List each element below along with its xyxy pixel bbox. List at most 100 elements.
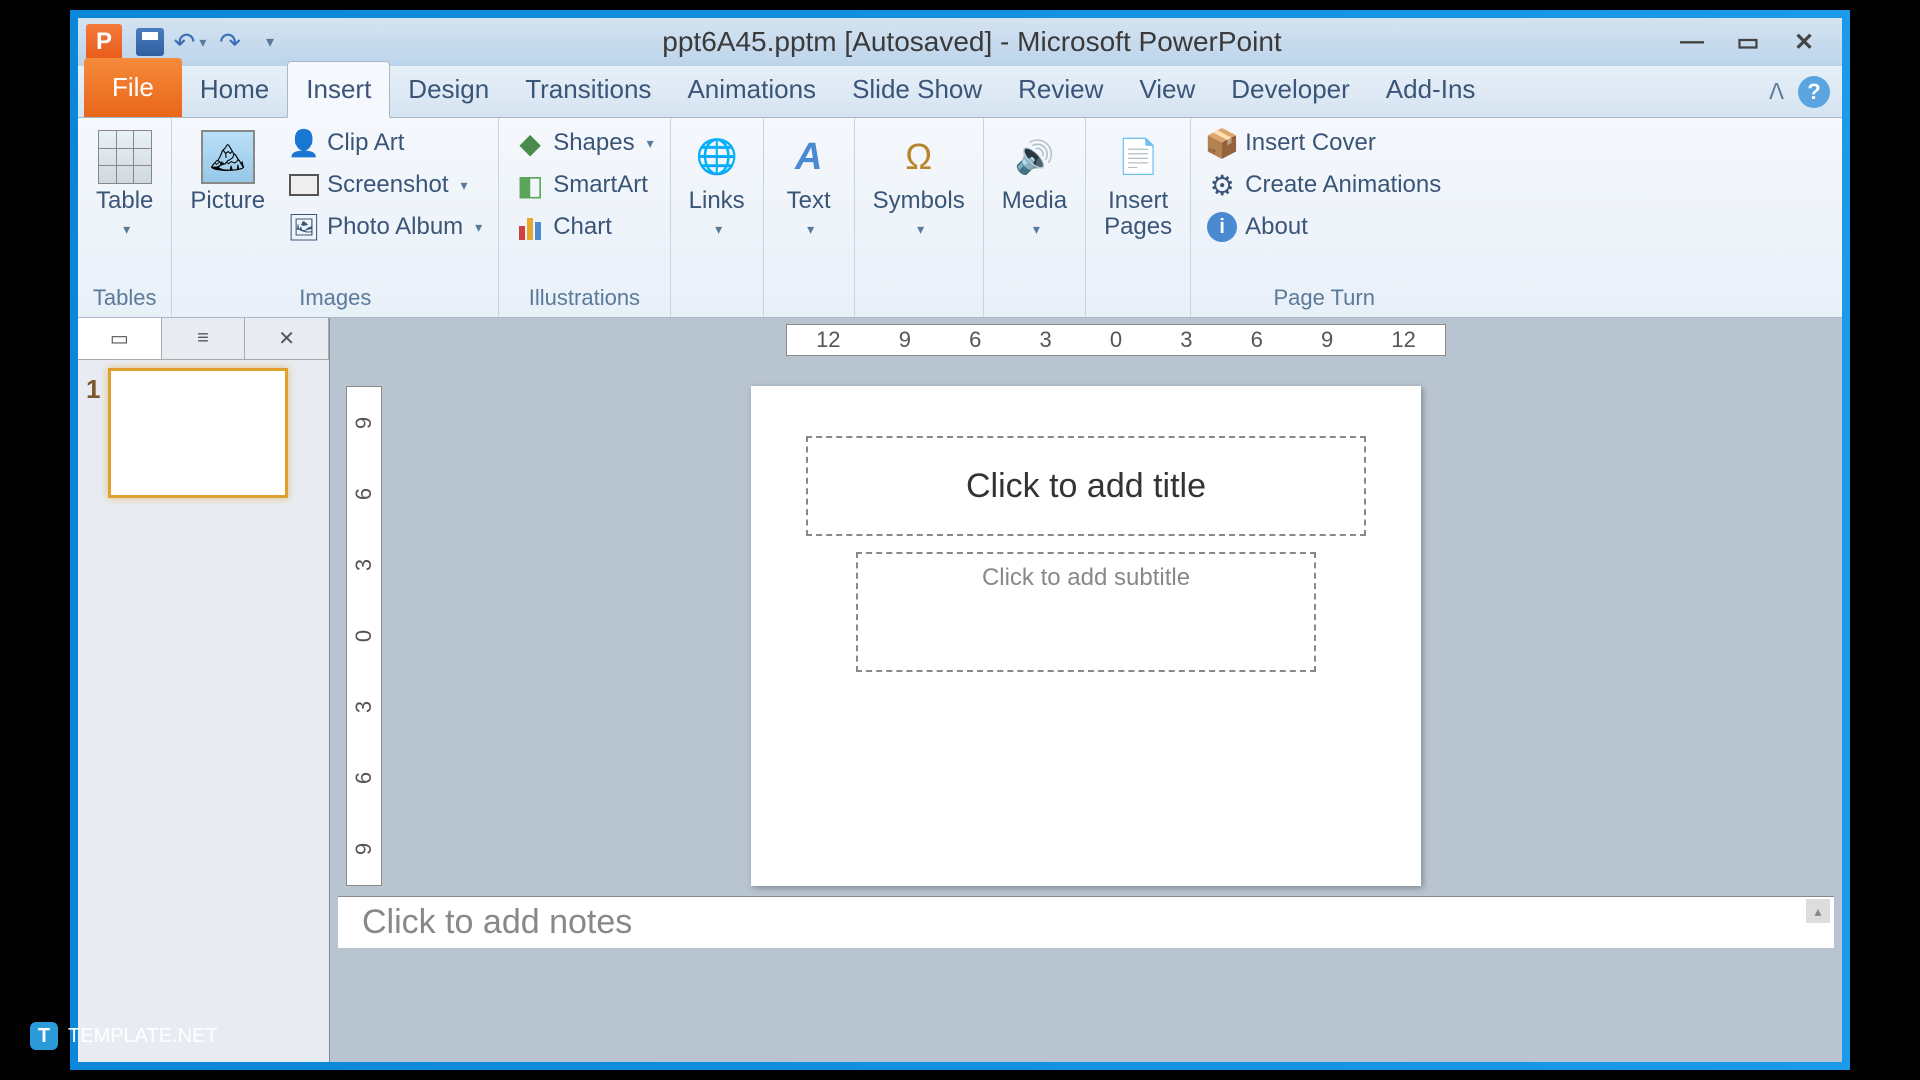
chevron-down-icon: ▾ bbox=[715, 221, 722, 237]
tab-design[interactable]: Design bbox=[390, 62, 507, 117]
panel-close-button[interactable]: ✕ bbox=[245, 318, 329, 359]
screenshot-button[interactable]: Screenshot▾ bbox=[281, 166, 490, 204]
cover-icon: 📦 bbox=[1207, 128, 1237, 158]
symbols-icon: Ω bbox=[892, 130, 946, 184]
qat-more-button[interactable]: ▾ bbox=[252, 24, 288, 60]
thumbnails: 1 bbox=[78, 360, 329, 1062]
chevron-down-icon: ▾ bbox=[475, 219, 482, 236]
anim-icon: ⚙ bbox=[1207, 170, 1237, 200]
media-button[interactable]: 🔊 Media▾ bbox=[992, 124, 1077, 247]
ribbon-tabs: File Home Insert Design Transitions Anim… bbox=[78, 66, 1842, 118]
group-label-images: Images bbox=[180, 281, 490, 315]
tab-transitions[interactable]: Transitions bbox=[507, 62, 669, 117]
chevron-down-icon: ▾ bbox=[266, 32, 274, 52]
slides-panel: ▭ ≡ ✕ 1 bbox=[78, 318, 330, 1062]
group-text: A Text▾ bbox=[764, 118, 855, 317]
chevron-down-icon: ▾ bbox=[123, 221, 130, 237]
chevron-down-icon: ▾ bbox=[647, 135, 654, 152]
clipart-button[interactable]: 👤Clip Art bbox=[281, 124, 490, 162]
group-links: 🌐 Links▾ bbox=[671, 118, 764, 317]
title-bar: P ↶▾ ↷ ▾ ppt6A45.pptm [Autosaved] - Micr… bbox=[78, 18, 1842, 66]
tab-slideshow[interactable]: Slide Show bbox=[834, 62, 1000, 117]
watermark-text: TEMPLATE.NET bbox=[68, 1025, 218, 1048]
minimize-button[interactable]: — bbox=[1674, 28, 1710, 56]
group-label-tables: Tables bbox=[86, 281, 163, 315]
text-icon: A bbox=[782, 130, 836, 184]
chevron-down-icon: ▾ bbox=[807, 221, 814, 237]
shapes-button[interactable]: ◆Shapes▾ bbox=[507, 124, 661, 162]
collapse-ribbon-button[interactable]: ᐱ bbox=[1769, 79, 1784, 105]
scroll-up-button[interactable]: ▴ bbox=[1806, 899, 1830, 923]
close-button[interactable]: ✕ bbox=[1786, 28, 1822, 56]
smartart-button[interactable]: ◧SmartArt bbox=[507, 166, 661, 204]
chart-button[interactable]: Chart bbox=[507, 208, 661, 246]
media-icon: 🔊 bbox=[1007, 130, 1061, 184]
photoalbum-button[interactable]: 🖼Photo Album▾ bbox=[281, 208, 490, 246]
horizontal-ruler: 12963036912 bbox=[786, 324, 1446, 356]
group-media: 🔊 Media▾ bbox=[984, 118, 1086, 317]
slide-thumbnail-1[interactable]: 1 bbox=[86, 368, 321, 498]
maximize-button[interactable]: ▭ bbox=[1730, 28, 1766, 56]
chevron-down-icon: ▾ bbox=[917, 221, 924, 237]
table-icon bbox=[98, 130, 152, 184]
close-icon: ✕ bbox=[1794, 28, 1814, 57]
text-button[interactable]: A Text▾ bbox=[772, 124, 846, 247]
tab-view[interactable]: View bbox=[1121, 62, 1213, 117]
redo-icon: ↷ bbox=[219, 27, 241, 58]
outline-tab[interactable]: ≡ bbox=[162, 318, 246, 359]
chevron-down-icon: ▾ bbox=[460, 177, 467, 194]
tab-review[interactable]: Review bbox=[1000, 62, 1121, 117]
thumb-preview bbox=[108, 368, 288, 498]
subtitle-placeholder[interactable]: Click to add subtitle bbox=[856, 552, 1316, 672]
about-button[interactable]: iAbout bbox=[1199, 208, 1449, 246]
app-window: P ↶▾ ↷ ▾ ppt6A45.pptm [Autosaved] - Micr… bbox=[78, 18, 1842, 1062]
notes-area[interactable]: Click to add notes ▴ bbox=[338, 896, 1834, 948]
createanim-button[interactable]: ⚙Create Animations bbox=[1199, 166, 1449, 204]
vertical-ruler: 9630369 bbox=[346, 386, 382, 886]
clipart-icon: 👤 bbox=[289, 128, 319, 158]
group-insertpages: 📄 Insert Pages bbox=[1086, 118, 1191, 317]
group-images: 🏔 Picture 👤Clip Art Screenshot▾ 🖼Photo A… bbox=[172, 118, 499, 317]
shapes-icon: ◆ bbox=[515, 128, 545, 158]
help-button[interactable]: ? bbox=[1798, 76, 1830, 108]
chevron-down-icon: ▾ bbox=[1033, 221, 1040, 237]
watermark-icon: T bbox=[30, 1022, 58, 1050]
undo-icon: ↶ bbox=[174, 27, 196, 58]
group-symbols: Ω Symbols▾ bbox=[855, 118, 984, 317]
tab-developer[interactable]: Developer bbox=[1213, 62, 1368, 117]
tab-addins[interactable]: Add-Ins bbox=[1368, 62, 1494, 117]
minimize-icon: — bbox=[1680, 28, 1704, 56]
group-label-illustrations: Illustrations bbox=[507, 281, 661, 315]
edit-area: 12963036912 9630369 Click to add title C… bbox=[330, 318, 1842, 1062]
maximize-icon: ▭ bbox=[1737, 28, 1760, 57]
watermark: T TEMPLATE.NET bbox=[30, 1022, 218, 1050]
tab-file[interactable]: File bbox=[84, 58, 182, 117]
about-icon: i bbox=[1207, 212, 1237, 242]
save-icon bbox=[136, 28, 164, 56]
symbols-button[interactable]: Ω Symbols▾ bbox=[863, 124, 975, 247]
insertpages-button[interactable]: 📄 Insert Pages bbox=[1094, 124, 1182, 247]
tab-animations[interactable]: Animations bbox=[669, 62, 834, 117]
tab-insert[interactable]: Insert bbox=[287, 61, 390, 118]
window-title: ppt6A45.pptm [Autosaved] - Microsoft Pow… bbox=[290, 26, 1654, 58]
table-button[interactable]: Table▾ bbox=[86, 124, 163, 247]
powerpoint-icon[interactable]: P bbox=[86, 24, 122, 60]
group-tables: Table▾ Tables bbox=[78, 118, 172, 317]
insertcover-button[interactable]: 📦Insert Cover bbox=[1199, 124, 1449, 162]
slide-canvas[interactable]: Click to add title Click to add subtitle bbox=[751, 386, 1421, 886]
picture-button[interactable]: 🏔 Picture bbox=[180, 124, 275, 220]
title-placeholder[interactable]: Click to add title bbox=[806, 436, 1366, 536]
workspace: ▭ ≡ ✕ 1 12963036912 bbox=[78, 318, 1842, 1062]
group-pageturn: 📦Insert Cover ⚙Create Animations iAbout … bbox=[1191, 118, 1457, 317]
save-button[interactable] bbox=[132, 24, 168, 60]
redo-button[interactable]: ↷ bbox=[212, 24, 248, 60]
group-illustrations: ◆Shapes▾ ◧SmartArt Chart Illustrations bbox=[499, 118, 670, 317]
photoalbum-icon: 🖼 bbox=[289, 212, 319, 242]
undo-button[interactable]: ↶▾ bbox=[172, 24, 208, 60]
tab-home[interactable]: Home bbox=[182, 62, 287, 117]
screenshot-icon bbox=[289, 170, 319, 200]
picture-icon: 🏔 bbox=[201, 130, 255, 184]
links-button[interactable]: 🌐 Links▾ bbox=[679, 124, 755, 247]
slides-tab[interactable]: ▭ bbox=[78, 318, 162, 359]
ribbon-content: Table▾ Tables 🏔 Picture 👤Clip Art bbox=[78, 118, 1842, 318]
